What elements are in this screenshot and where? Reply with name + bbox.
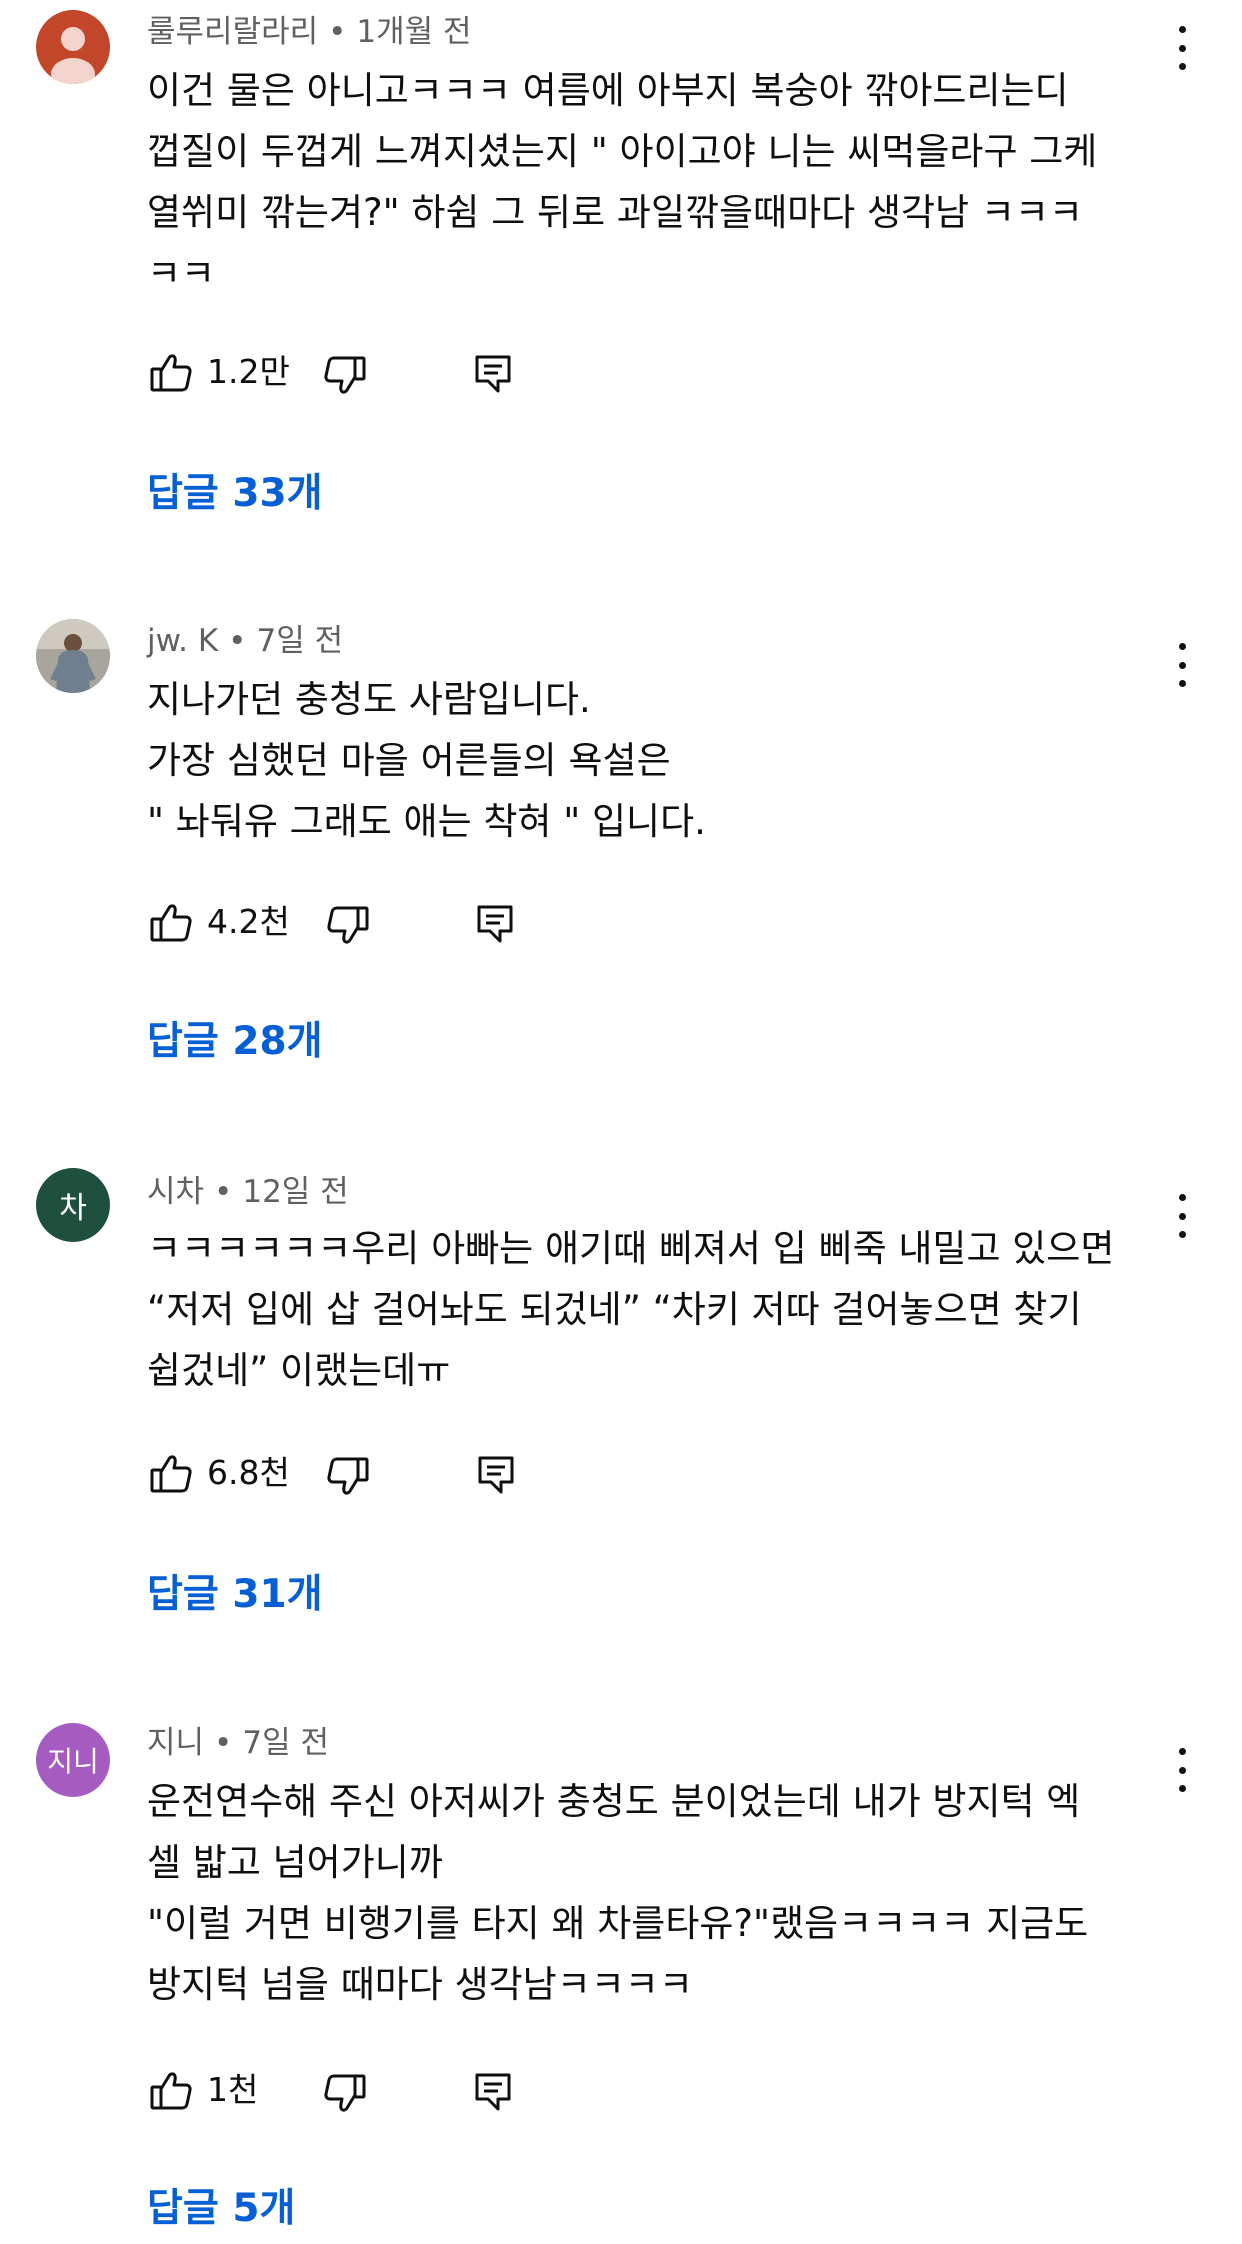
comment-text-line: ㅋㅋ <box>147 252 216 295</box>
comment-text: 지나가던 충청도 사람입니다. 가장 심했던 마을 어른들의 욕설은 " 놔둬유… <box>147 669 1187 852</box>
comment-time[interactable]: 7일 전 <box>242 1725 329 1761</box>
header-separator: • <box>228 623 247 659</box>
comment-actions: 6.8천 <box>147 1449 567 1497</box>
comment-actions: 1천 <box>147 2066 567 2114</box>
thumbs-up-icon[interactable] <box>149 2070 193 2116</box>
view-replies-button[interactable]: 답글 33개 <box>147 469 323 519</box>
view-replies-button[interactable]: 답글 31개 <box>147 1570 323 1620</box>
default-avatar-icon <box>51 27 95 84</box>
comment-text: 이건 물은 아니고ㅋㅋㅋ 여름에 아부지 복숭아 깎아드리는디 껍질이 두껍게 … <box>147 60 1187 304</box>
avatar[interactable]: 지니 <box>36 1723 110 1797</box>
thumbs-up-icon[interactable] <box>149 1453 193 1499</box>
comment-text: 운전연수해 주신 아저씨가 충청도 분이었는데 내가 방지턱 엑 셀 밟고 넘어… <box>147 1771 1187 2015</box>
view-replies-button[interactable]: 답글 28개 <box>147 1017 323 1067</box>
avatar-initial: 지니 <box>47 1745 99 1778</box>
more-vert-icon-dot <box>1178 44 1186 52</box>
like-count: 1천 <box>207 2070 259 2109</box>
reply-comment-icon[interactable] <box>477 1455 515 1499</box>
view-replies-button[interactable]: 답글 5개 <box>147 2184 295 2234</box>
comment-text-line: 쉽겄네” 이랬는데ㅠ <box>147 1349 451 1392</box>
comment-author[interactable]: 룰루리랄라리 <box>147 14 318 50</box>
reply-comment-icon[interactable] <box>474 2072 512 2116</box>
thumbs-down-icon[interactable] <box>326 904 370 950</box>
comment-text-line: 껍질이 두껍게 느껴지셨는지 " 아이고야 니는 씨먹을라구 그케 <box>147 130 1098 173</box>
comment-text: ㅋㅋㅋㅋㅋㅋ우리 아빠는 애기때 삐져서 입 삐죽 내밀고 있으면 “저저 입에… <box>147 1218 1187 1401</box>
avatar-initial: 차 <box>59 1191 87 1226</box>
comment-text-line: 열쒸미 깎는겨?" 하쉼 그 뒤로 과일깎을때마다 생각남 ㅋㅋㅋ <box>147 191 1083 234</box>
comment-header: 지니 • 7일 전 <box>147 1723 329 1763</box>
more-vert-icon-dot <box>1178 661 1186 669</box>
more-vert-icon <box>1178 1194 1186 1201</box>
comment-text-line: 운전연수해 주신 아저씨가 충청도 분이었는데 내가 방지턱 엑 <box>147 1780 1081 1823</box>
comment-author[interactable]: 지니 <box>147 1725 204 1761</box>
comment-text-line: 방지턱 넘을 때마다 생각남ㅋㅋㅋㅋ <box>147 1963 693 2006</box>
comment-text-line: 셀 밟고 넘어가니까 <box>147 1841 443 1884</box>
comment-time[interactable]: 12일 전 <box>242 1174 348 1210</box>
like-count: 1.2만 <box>207 352 290 391</box>
comment-text-line: "이럴 거면 비행기를 타지 왜 차를타유?"랬음ㅋㅋㅋㅋ 지금도 <box>147 1902 1089 1945</box>
header-separator: • <box>214 1174 233 1210</box>
header-separator: • <box>214 1725 233 1761</box>
reply-comment-icon[interactable] <box>476 904 514 948</box>
thumbs-down-icon[interactable] <box>326 1455 370 1501</box>
more-vert-icon <box>1178 1748 1186 1755</box>
comment-author[interactable]: jw. K <box>147 623 218 659</box>
thumbs-down-icon[interactable] <box>323 2072 367 2118</box>
user-photo-avatar-icon <box>36 619 110 693</box>
comment-header: 룰루리랄라리 • 1개월 전 <box>147 12 472 52</box>
like-count: 4.2천 <box>207 902 290 941</box>
comment-text-line: 지나가던 충청도 사람입니다. <box>147 678 591 721</box>
comment-actions: 1.2만 <box>147 348 567 396</box>
comment-header: 시차 • 12일 전 <box>147 1172 349 1212</box>
thumbs-up-icon[interactable] <box>149 902 193 948</box>
comment-text-line: " 놔둬유 그래도 애는 착혀 " 입니다. <box>147 800 706 843</box>
comment-header: jw. K • 7일 전 <box>147 621 343 661</box>
comment-text-line: 이건 물은 아니고ㅋㅋㅋ 여름에 아부지 복숭아 깎아드리는디 <box>147 69 1069 112</box>
comment-author[interactable]: 시차 <box>147 1174 204 1210</box>
comment-text-line: ㅋㅋㅋㅋㅋㅋ우리 아빠는 애기때 삐져서 입 삐죽 내밀고 있으면 <box>147 1227 1115 1270</box>
avatar[interactable] <box>36 619 110 693</box>
avatar[interactable]: 차 <box>36 1168 110 1242</box>
comment-time[interactable]: 1개월 전 <box>356 14 471 50</box>
more-vert-icon <box>1178 643 1186 650</box>
comment-text-line: “저저 입에 삽 걸어놔도 되겄네” “차키 저따 걸어놓으면 찾기 <box>147 1288 1082 1331</box>
comment-actions: 4.2천 <box>147 898 567 946</box>
reply-comment-icon[interactable] <box>474 354 512 398</box>
more-vert-icon <box>1178 26 1186 33</box>
avatar[interactable] <box>36 10 110 84</box>
thumbs-up-icon[interactable] <box>149 352 193 398</box>
comment-text-line: 가장 심했던 마을 어른들의 욕설은 <box>147 739 671 782</box>
like-count: 6.8천 <box>207 1453 290 1492</box>
thumbs-down-icon[interactable] <box>323 354 367 400</box>
header-separator: • <box>328 14 347 50</box>
comment-time[interactable]: 7일 전 <box>256 623 343 659</box>
